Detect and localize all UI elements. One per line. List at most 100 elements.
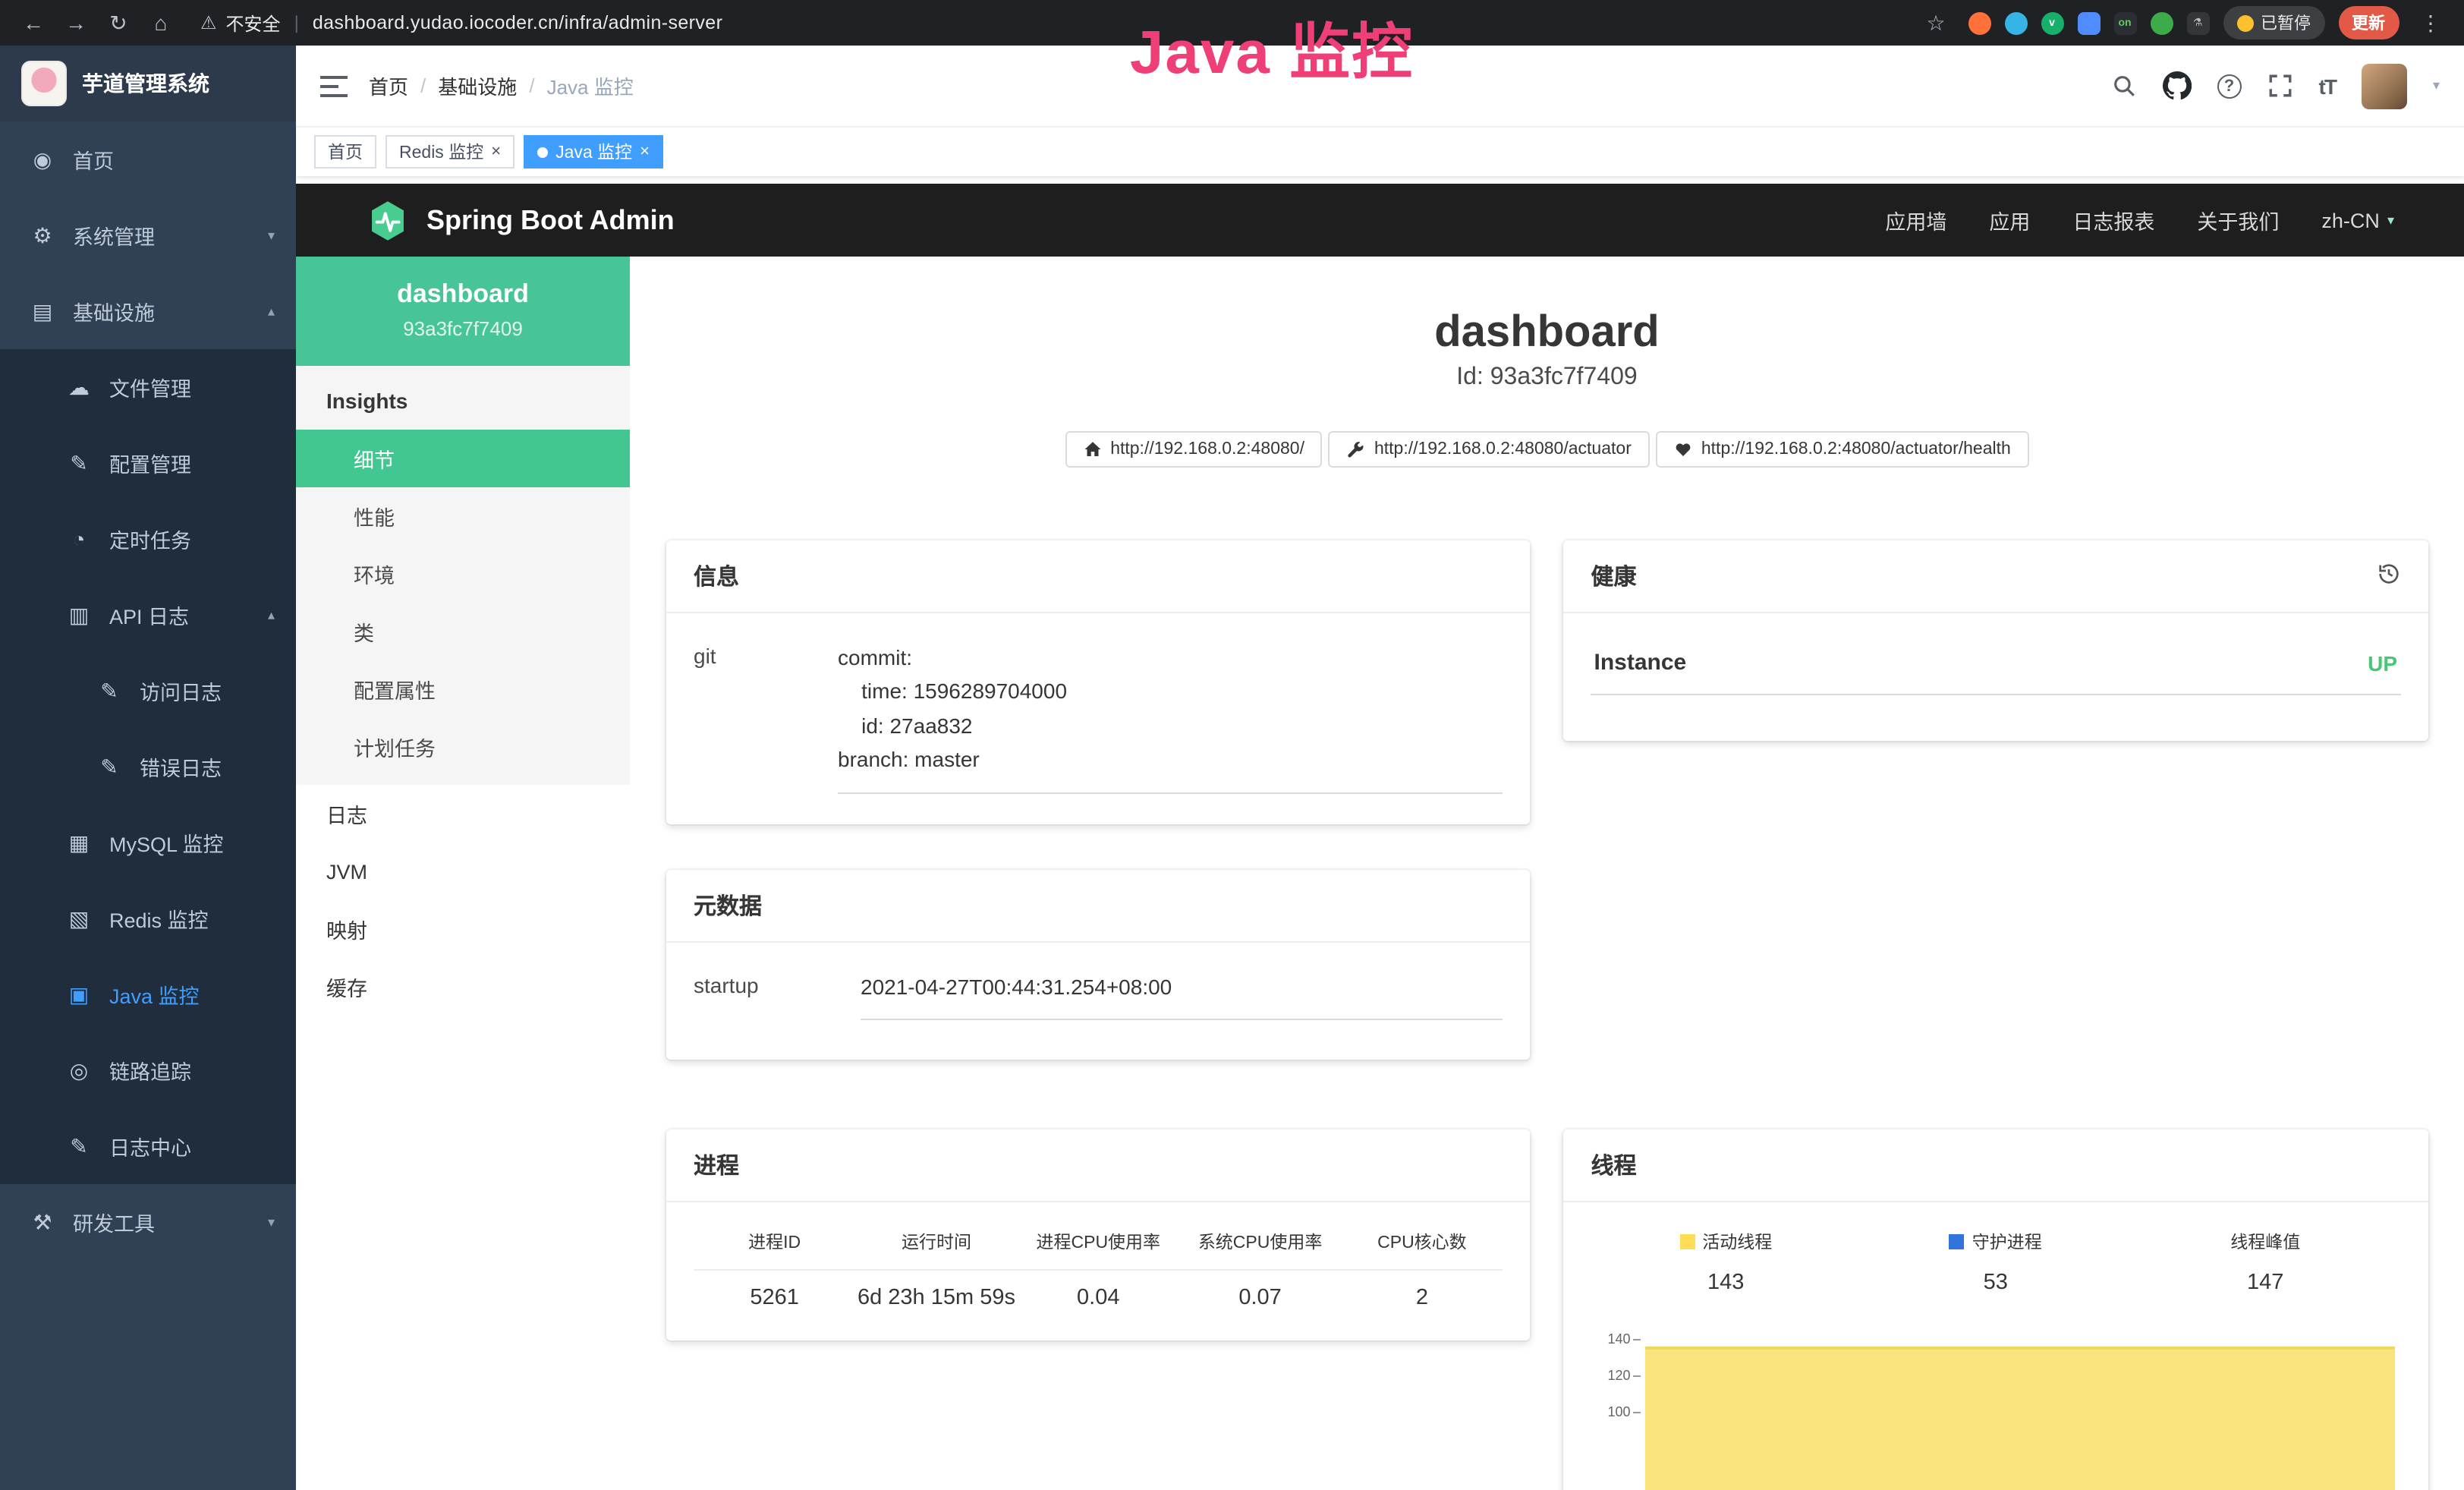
hamburger-icon[interactable] (320, 74, 348, 98)
info-key: git (694, 641, 838, 793)
address-separator: | (294, 12, 299, 33)
sidebar-menu: ◉ 首页 ⚙ 系统管理 ▾ ▤ 基础设施 ▴ ☁ 文件管理 (0, 121, 296, 1490)
security-label: 不安全 (226, 10, 281, 36)
address-bar[interactable]: ⚠ 不安全 | dashboard.yudao.iocoder.cn/infra… (200, 10, 722, 36)
sba-nav-applications[interactable]: 应用 (1989, 205, 2030, 235)
forward-icon[interactable]: → (58, 5, 94, 41)
sidebar-item-log-center[interactable]: ✎ 日志中心 (0, 1108, 296, 1184)
sba-item-config-props[interactable]: 配置属性 (296, 660, 630, 718)
chevron-down-icon: ▾ (268, 1214, 275, 1230)
paused-badge[interactable]: 已暂停 (2223, 6, 2324, 39)
paused-label: 已暂停 (2261, 11, 2311, 35)
chevron-up-icon: ▴ (268, 303, 275, 320)
extension-icon[interactable] (1968, 11, 1990, 34)
chevron-down-icon: ▾ (268, 227, 275, 244)
health-url-button[interactable]: http://192.168.0.2:48080/actuator/health (1656, 431, 2029, 468)
help-icon[interactable]: ? (2217, 74, 2242, 98)
app-header: 首页 / 基础设施 / Java 监控 ? (296, 46, 2464, 128)
sba-item-scheduled-tasks[interactable]: 计划任务 (296, 718, 630, 776)
daemon-threads-swatch (1949, 1234, 1965, 1249)
sba-nav-about[interactable]: 关于我们 (2197, 205, 2279, 235)
instance-name: dashboard (308, 279, 618, 310)
extension-icon[interactable] (2004, 11, 2027, 34)
sidebar-item-redis-monitor[interactable]: ▧ Redis 监控 (0, 880, 296, 956)
sba-instance-header[interactable]: dashboard 93a3fc7f7409 (296, 257, 630, 366)
sidebar-item-error-logs[interactable]: ✎ 错误日志 (0, 729, 296, 805)
sba-item-mappings[interactable]: 映射 (296, 900, 630, 958)
info-row-git: git commit: time: 1596289704000 id: 27aa… (694, 641, 1503, 793)
avatar-caret-icon[interactable]: ▾ (2433, 77, 2440, 94)
live-threads-swatch (1679, 1234, 1695, 1249)
tag-redis-monitor[interactable]: Redis 监控 × (385, 135, 515, 169)
reload-icon[interactable]: ↻ (100, 5, 137, 41)
security-warning-icon: ⚠ (200, 12, 217, 33)
sidebar-item-config-management[interactable]: ✎ 配置管理 (0, 425, 296, 501)
metadata-value: 2021-04-27T00:44:31.254+08:00 (861, 969, 1503, 1020)
sidebar-item-access-logs[interactable]: ✎ 访问日志 (0, 653, 296, 729)
sidebar-item-api-logs[interactable]: ▥ API 日志 ▴ (0, 577, 296, 653)
breadcrumb-infrastructure[interactable]: 基础设施 (438, 71, 517, 100)
fullscreen-icon[interactable] (2267, 73, 2293, 99)
home-icon[interactable]: ⌂ (143, 5, 179, 41)
sba-sidebar: dashboard 93a3fc7f7409 Insights 细节 性能 环境… (296, 257, 630, 1490)
sidebar-item-home[interactable]: ◉ 首页 (0, 121, 296, 197)
metadata-row-startup: startup 2021-04-27T00:44:31.254+08:00 (694, 969, 1503, 1020)
search-icon[interactable] (2111, 73, 2137, 99)
github-icon[interactable] (2163, 71, 2192, 100)
extension-icon[interactable] (2150, 11, 2173, 34)
sba-item-details[interactable]: 细节 (296, 430, 630, 487)
process-header-row: 进程ID 运行时间 进程CPU使用率 系统CPU使用率 CPU核心数 (694, 1230, 1503, 1271)
sidebar-item-scheduled-tasks[interactable]: ◔ 定时任务 (0, 501, 296, 577)
history-icon[interactable] (2376, 561, 2400, 591)
process-card-title: 进程 (694, 1149, 739, 1181)
sba-item-jvm[interactable]: JVM (296, 843, 630, 900)
cards-grid: 信息 git commit: time: 1596289704000 id: 2… (666, 540, 2428, 1490)
sba-item-caches[interactable]: 缓存 (296, 958, 630, 1016)
user-avatar[interactable] (2362, 63, 2407, 109)
app-sidebar: 芋道管理系统 ◉ 首页 ⚙ 系统管理 ▾ ▤ 基础设施 ▴ (0, 46, 296, 1490)
sidebar-item-trace[interactable]: ◎ 链路追踪 (0, 1032, 296, 1108)
sidebar-item-dev-tools[interactable]: ⚒ 研发工具 ▾ (0, 1184, 296, 1260)
info-card: 信息 git commit: time: 1596289704000 id: 2… (666, 540, 1531, 824)
sba-nav-wall[interactable]: 应用墙 (1885, 205, 1946, 235)
bookmark-star-icon[interactable]: ☆ (1918, 5, 1954, 41)
threads-chart: 140 120 100 (1591, 1331, 2401, 1490)
sba-item-classes[interactable]: 类 (296, 603, 630, 660)
database-icon: ▦ (67, 830, 91, 855)
sidebar-item-mysql-monitor[interactable]: ▦ MySQL 监控 (0, 805, 296, 880)
sidebar-item-java-monitor[interactable]: ▣ Java 监控 (0, 956, 296, 1032)
close-icon[interactable]: × (491, 143, 501, 160)
sba-locale-select[interactable]: zh-CN ▾ (2321, 209, 2394, 232)
sidebar-item-infrastructure[interactable]: ▤ 基础设施 ▴ (0, 273, 296, 349)
extension-icon[interactable]: on (2113, 11, 2136, 34)
infrastructure-submenu: ☁ 文件管理 ✎ 配置管理 ◔ 定时任务 ▥ API 日志 ▴ (0, 349, 296, 1184)
close-icon[interactable]: × (640, 143, 650, 160)
insights-section: Insights 细节 性能 环境 类 配置属性 计划任务 (296, 366, 630, 785)
sba-nav-journal[interactable]: 日志报表 (2072, 205, 2154, 235)
browser-menu-icon[interactable]: ⋮ (2412, 5, 2449, 41)
extension-puzzle-icon[interactable]: ⚗ (2186, 11, 2209, 34)
extension-icon[interactable]: v (2041, 11, 2063, 34)
service-url-button[interactable]: http://192.168.0.2:48080/ (1065, 431, 1323, 468)
tag-java-monitor[interactable]: Java 监控 × (524, 135, 663, 169)
sidebar-item-file-management[interactable]: ☁ 文件管理 (0, 349, 296, 425)
app-logo[interactable]: 芋道管理系统 (0, 46, 296, 121)
extension-icon[interactable] (2077, 11, 2100, 34)
sba-item-performance[interactable]: 性能 (296, 487, 630, 545)
sba-item-environment[interactable]: 环境 (296, 545, 630, 603)
sba-item-logs[interactable]: 日志 (296, 785, 630, 843)
back-icon[interactable]: ← (15, 5, 52, 41)
font-size-icon[interactable]: tT (2319, 74, 2336, 98)
sidebar-item-system-management[interactable]: ⚙ 系统管理 ▾ (0, 197, 296, 273)
update-button[interactable]: 更新 (2338, 6, 2399, 39)
browser-chrome: ← → ↻ ⌂ ⚠ 不安全 | dashboard.yudao.iocoder.… (0, 0, 2464, 46)
sba-brand[interactable]: Spring Boot Admin (366, 198, 675, 242)
chevron-down-icon: ▾ (2387, 212, 2394, 228)
actuator-url-button[interactable]: http://192.168.0.2:48080/actuator (1329, 431, 1650, 468)
breadcrumb-home[interactable]: 首页 (369, 71, 408, 100)
wrench-icon (1347, 440, 1365, 458)
live-threads-area (1646, 1347, 2395, 1490)
sba-logo-icon (366, 198, 410, 242)
tag-home[interactable]: 首页 (314, 135, 376, 169)
process-values-row: 5261 6d 23h 15m 59s 0.04 0.07 2 (694, 1271, 1503, 1310)
